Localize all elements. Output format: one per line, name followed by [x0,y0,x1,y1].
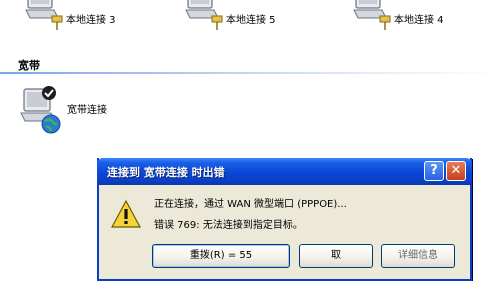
dialog-message-line2: 错误 769: 无法连接到指定目标。 [154,220,303,231]
dialog-message-line1: 正在连接，通过 WAN 微型端口 (PPPOE)... [154,199,347,210]
dialog-title: 连接到 宽带连接 时出错 [107,166,225,179]
connection-label: 本地连接 5 [226,15,276,26]
network-computer-icon [353,0,391,30]
more-info-button[interactable]: 详细信息 [381,244,455,268]
close-button[interactable]: ✕ [446,161,466,181]
network-computer-icon [25,0,63,30]
network-computer-icon [185,0,223,30]
connection-label: 本地连接 3 [66,15,116,26]
network-connections-window: 本地连接 3 本地连接 5 本地连接 4 宽带 宽带连接 连接到 宽带连接 时出… [0,0,499,281]
error-dialog: 连接到 宽带连接 时出错 ? ✕ 正在连接，通过 WAN 微型端口 (PPPOE… [97,158,472,281]
help-icon: ? [430,163,438,178]
redial-button[interactable]: 重拨(R) = 55 [152,244,290,268]
dialog-titlebar[interactable]: 连接到 宽带连接 时出错 ? ✕ [97,158,472,185]
broadband-computer-icon [20,86,61,134]
broadband-connection-item[interactable]: 宽带连接 [18,85,178,135]
connection-label: 本地连接 4 [394,15,444,26]
section-divider [0,72,499,74]
help-button[interactable]: ? [424,161,444,181]
close-icon: ✕ [450,163,462,178]
broadband-connection-label: 宽带连接 [67,105,107,116]
warning-icon [111,199,141,228]
cancel-button[interactable]: 取 [299,244,373,268]
section-title: 宽带 [18,59,40,72]
